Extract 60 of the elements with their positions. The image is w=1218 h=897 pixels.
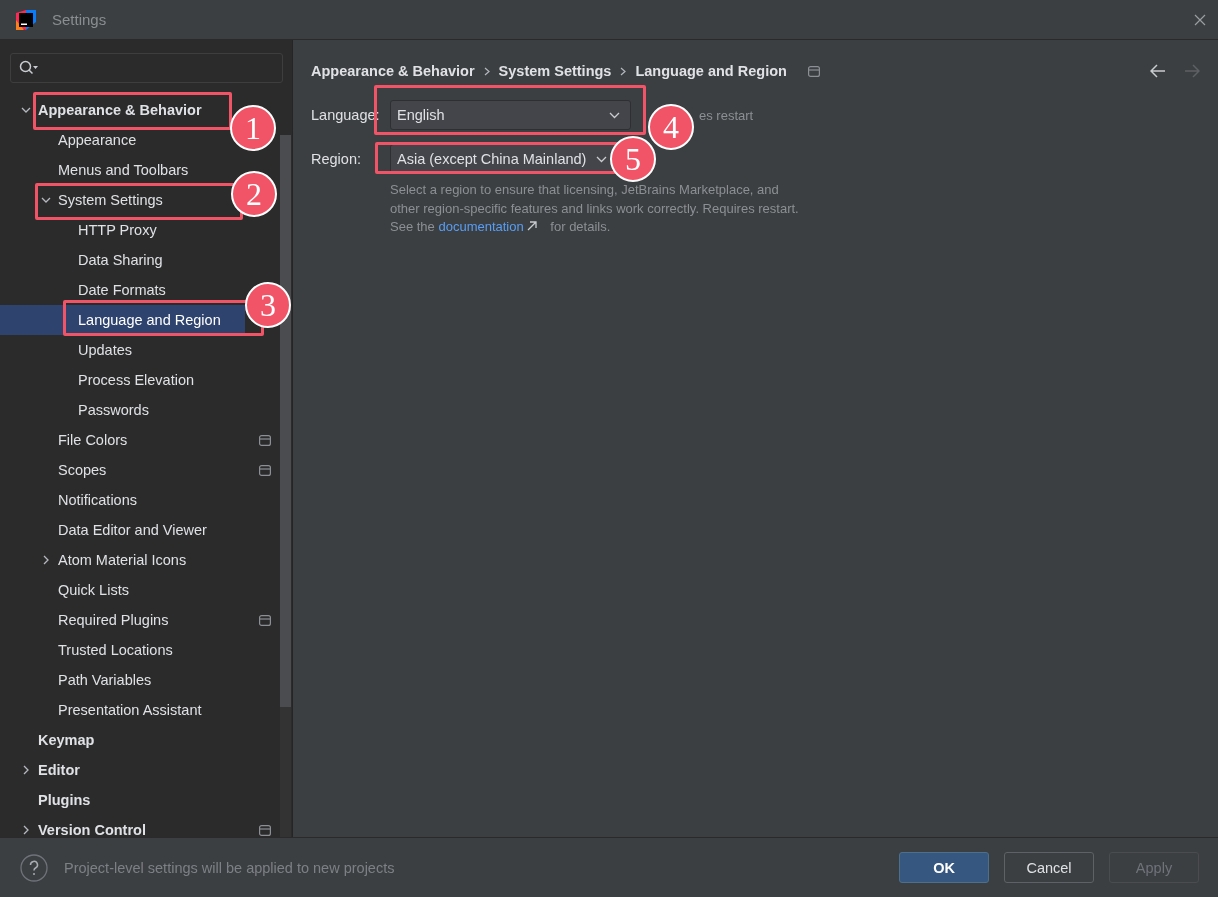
project-level-icon [807, 65, 820, 77]
help-icon[interactable] [20, 853, 48, 882]
chevron-right-icon[interactable] [41, 555, 51, 565]
chevron-right-icon [620, 66, 627, 76]
close-icon[interactable] [1194, 13, 1206, 26]
tree-item[interactable]: Passwords [54, 401, 149, 419]
tree-item[interactable]: Version Control [14, 821, 146, 837]
description-text: Select a region to ensure that licensing, JetBrains Marketplace, and other region-specific features and links work correctly. Requires restart. See the documentation for details. [390, 181, 800, 236]
search-field[interactable] [10, 53, 283, 83]
tree-item[interactable]: File Colors [34, 431, 128, 449]
back-arrow-icon[interactable] [1150, 64, 1166, 78]
tree-item[interactable]: HTTP Proxy [54, 221, 157, 239]
tree-item[interactable]: Atom Material Icons [34, 551, 187, 569]
tree-item[interactable]: Trusted Locations [34, 641, 173, 659]
tree-item[interactable]: Keymap [14, 731, 95, 749]
step-number-badge: 5 [610, 136, 656, 182]
breadcrumb-item[interactable]: System Settings [498, 63, 612, 79]
step-number-badge: 3 [245, 282, 291, 328]
tree-item[interactable]: Updates [54, 341, 132, 359]
window-title: Settings [52, 11, 108, 28]
documentation-link[interactable]: documentation [438, 219, 524, 234]
breadcrumb-item[interactable]: Appearance & Behavior [311, 63, 475, 79]
dropdown[interactable]: English [390, 100, 631, 130]
step-number-badge: 4 [648, 104, 694, 150]
search-icon [19, 60, 39, 76]
tree-item[interactable]: Quick Lists [34, 581, 129, 599]
chevron-right-icon[interactable] [21, 825, 31, 835]
tree-item[interactable]: Presentation Assistant [34, 701, 202, 719]
scrollbar[interactable] [280, 135, 291, 837]
chevron-down-icon[interactable] [21, 105, 31, 115]
tree-item[interactable]: Date Formats [54, 281, 166, 299]
tree-item[interactable]: Data Editor and Viewer [34, 521, 207, 539]
external-link-icon [527, 221, 538, 231]
tree-item[interactable]: System Settings [34, 191, 163, 209]
tree-item[interactable]: Path Variables [34, 671, 152, 689]
status-message: Project-level settings will be applied to new projects [64, 859, 396, 876]
tree-item[interactable]: Appearance [34, 131, 137, 149]
dialog-button[interactable]: Cancel [1004, 852, 1094, 883]
tree-item[interactable]: Editor [14, 761, 80, 779]
app-logo-icon [16, 9, 36, 30]
field-label: Region: [311, 151, 362, 167]
tree-item[interactable]: Appearance & Behavior [14, 101, 202, 119]
tree-item[interactable]: Process Elevation [54, 371, 195, 389]
tree-item[interactable]: Notifications [34, 491, 137, 509]
step-number-badge: 2 [231, 171, 277, 217]
step-number-badge: 1 [230, 105, 276, 151]
chevron-down-icon [609, 111, 620, 119]
dialog-button[interactable]: OK [899, 852, 989, 883]
tree-item[interactable]: Language and Region [0, 305, 245, 335]
tree-item[interactable]: Plugins [14, 791, 91, 809]
tree-item[interactable]: Required Plugins [34, 611, 169, 629]
chevron-down-icon [596, 155, 607, 163]
chevron-right-icon [483, 66, 490, 76]
tree-item[interactable]: Menus and Toolbars [34, 161, 189, 179]
chevron-down-icon[interactable] [41, 195, 51, 205]
tree-item[interactable]: Scopes [34, 461, 107, 479]
tree-item[interactable]: Data Sharing [54, 251, 163, 269]
chevron-right-icon[interactable] [21, 765, 31, 775]
hint-text: es restart [699, 107, 754, 123]
breadcrumb-item[interactable]: Language and Region [635, 63, 787, 79]
